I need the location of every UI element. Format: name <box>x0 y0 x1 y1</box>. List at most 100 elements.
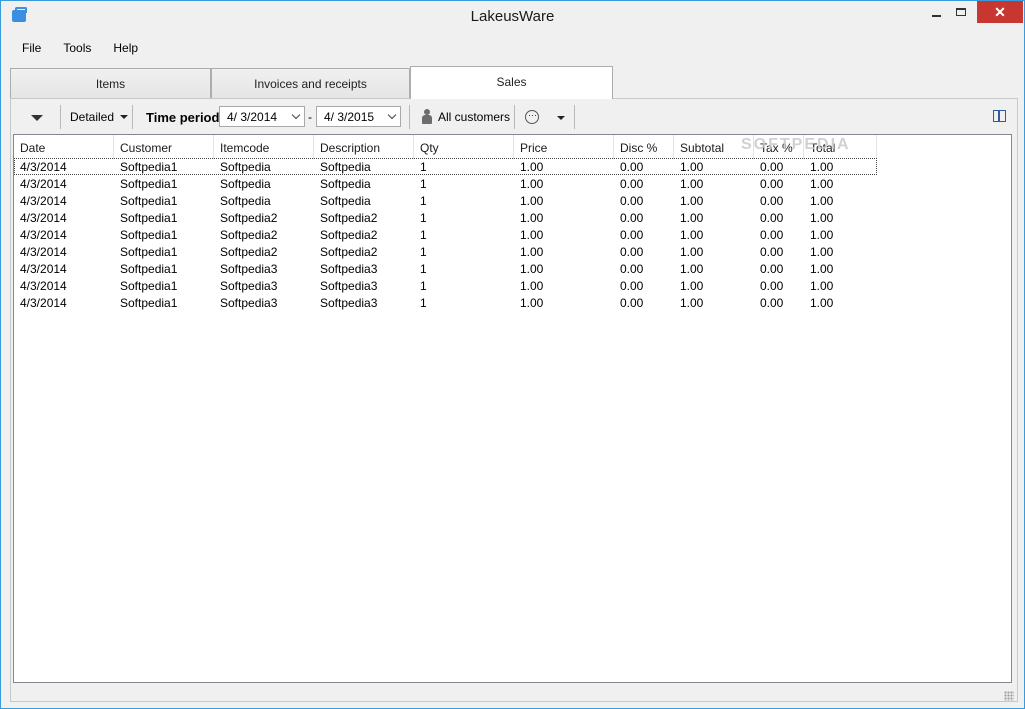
table-cell: Softpedia2 <box>220 245 278 259</box>
status-bar <box>10 686 1018 703</box>
table-cell: 1.00 <box>680 211 704 225</box>
tab-items[interactable]: Items <box>10 68 211 99</box>
time-period-label: Time period: <box>146 110 224 125</box>
table-row[interactable]: 4/3/2014 Softpedia1 Softpedia3 Softpedia3 1 1… <box>14 294 877 311</box>
table-cell: 4/3/2014 <box>20 177 67 191</box>
person-icon <box>422 109 432 125</box>
table-cell: 1.00 <box>680 279 704 293</box>
table-cell: 4/3/2014 <box>20 160 67 174</box>
table-cell: 0.00 <box>620 262 644 276</box>
table-cell: 1.00 <box>810 262 834 276</box>
table-cell: 1 <box>420 296 427 310</box>
table-row[interactable]: 4/3/2014 Softpedia1 Softpedia3 Softpedia3 1 1… <box>14 277 877 294</box>
column-header[interactable]: Description <box>314 135 414 159</box>
table-cell: 4/3/2014 <box>20 194 67 208</box>
app-window: LakeusWare ✕ File Tools Help Items Invoi… <box>0 0 1025 709</box>
table-row[interactable]: 4/3/2014 Softpedia1 Softpedia Softpedia 1 1.0… <box>14 175 877 192</box>
tab-invoices-and-receipts[interactable]: Invoices and receipts <box>211 68 410 99</box>
table-cell: Softpedia1 <box>120 245 178 259</box>
column-header[interactable]: Disc % <box>614 135 674 159</box>
table-row[interactable]: 4/3/2014 Softpedia1 Softpedia Softpedia 1 1.0… <box>14 158 877 175</box>
table-row[interactable]: 4/3/2014 Softpedia1 Softpedia2 Softpedia2 1 1… <box>14 209 877 226</box>
tab-sales[interactable]: Sales <box>410 66 613 99</box>
toolbar-separator <box>60 105 61 129</box>
minimize-icon <box>931 15 941 17</box>
title-bar[interactable]: LakeusWare ✕ <box>1 1 1024 31</box>
close-button[interactable]: ✕ <box>977 1 1023 23</box>
table-cell: Softpedia2 <box>320 228 378 242</box>
table-cell: 4/3/2014 <box>20 296 67 310</box>
table-cell: 1.00 <box>810 177 834 191</box>
table-cell: Softpedia3 <box>220 296 278 310</box>
table-cell: 4/3/2014 <box>20 279 67 293</box>
collapse-toolbar-button[interactable] <box>31 115 43 121</box>
table-row[interactable]: 4/3/2014 Softpedia1 Softpedia Softpedia 1 1.0… <box>14 192 877 209</box>
column-header[interactable]: Qty <box>414 135 514 159</box>
table-row[interactable]: 4/3/2014 Softpedia1 Softpedia3 Softpedia3 1 1… <box>14 260 877 277</box>
menu-file[interactable]: File <box>10 39 51 59</box>
menu-tools[interactable]: Tools <box>51 39 101 59</box>
date-from-picker[interactable]: 4/ 3/2014 <box>219 106 305 127</box>
table-cell: 1.00 <box>520 194 544 208</box>
more-options-icon[interactable]: ⋯ <box>525 110 539 124</box>
close-icon: ✕ <box>994 3 1006 20</box>
minimize-button[interactable] <box>923 1 949 23</box>
column-header[interactable]: Customer <box>114 135 214 159</box>
table-cell: Softpedia2 <box>320 245 378 259</box>
column-header[interactable]: Price <box>514 135 614 159</box>
table-cell: Softpedia1 <box>120 194 178 208</box>
column-header[interactable]: Date <box>14 135 114 159</box>
table-cell: 1.00 <box>680 160 704 174</box>
toolbar-separator <box>514 105 515 129</box>
table-cell: 0.00 <box>620 279 644 293</box>
toolbar-separator <box>409 105 410 129</box>
table-cell: 1.00 <box>520 177 544 191</box>
table-cell: 1 <box>420 211 427 225</box>
menu-help[interactable]: Help <box>101 39 148 59</box>
table-cell: 0.00 <box>620 296 644 310</box>
table-cell: Softpedia2 <box>220 211 278 225</box>
date-separator: - <box>308 110 312 124</box>
table-cell: Softpedia2 <box>320 211 378 225</box>
chevron-down-icon[interactable] <box>287 107 304 126</box>
sales-table[interactable]: Date Customer Itemcode Description Qty Price D… <box>13 134 1012 683</box>
window-title: LakeusWare <box>470 8 555 25</box>
table-cell: 0.00 <box>620 245 644 259</box>
table-cell: 1 <box>420 228 427 242</box>
chevron-down-icon[interactable] <box>557 116 565 120</box>
date-to-picker[interactable]: 4/ 3/2015 <box>316 106 401 127</box>
table-cell: 0.00 <box>620 160 644 174</box>
table-cell: 0.00 <box>760 194 784 208</box>
table-cell: Softpedia3 <box>320 296 378 310</box>
split-view-icon[interactable] <box>993 110 1006 122</box>
table-cell: 1 <box>420 245 427 259</box>
table-cell: 0.00 <box>760 160 784 174</box>
table-cell: 1.00 <box>520 160 544 174</box>
table-cell: Softpedia3 <box>220 262 278 276</box>
column-header[interactable]: Itemcode <box>214 135 314 159</box>
table-cell: 1.00 <box>680 228 704 242</box>
table-cell: 4/3/2014 <box>20 262 67 276</box>
table-cell: 1 <box>420 279 427 293</box>
table-cell: 1.00 <box>810 228 834 242</box>
table-cell: 0.00 <box>760 279 784 293</box>
table-cell: 1 <box>420 160 427 174</box>
table-cell: 1.00 <box>680 194 704 208</box>
resize-grip-icon[interactable] <box>1004 691 1014 701</box>
table-cell: 1.00 <box>520 262 544 276</box>
table-cell: Softpedia1 <box>120 279 178 293</box>
chevron-down-icon[interactable] <box>383 107 400 126</box>
table-cell: 1.00 <box>810 160 834 174</box>
table-cell: 1.00 <box>680 245 704 259</box>
table-cell: 1.00 <box>520 228 544 242</box>
table-cell: 1 <box>420 177 427 191</box>
table-cell: Softpedia1 <box>120 228 178 242</box>
view-mode-dropdown[interactable]: Detailed <box>70 110 129 124</box>
table-row[interactable]: 4/3/2014 Softpedia1 Softpedia2 Softpedia2 1 1… <box>14 243 877 260</box>
table-row[interactable]: 4/3/2014 Softpedia1 Softpedia2 Softpedia2 1 1… <box>14 226 877 243</box>
menu-bar: File Tools Help <box>10 39 148 59</box>
all-customers-button[interactable]: All customers <box>438 110 510 124</box>
table-cell: 0.00 <box>620 194 644 208</box>
maximize-button[interactable] <box>948 1 974 23</box>
table-cell: 0.00 <box>760 211 784 225</box>
